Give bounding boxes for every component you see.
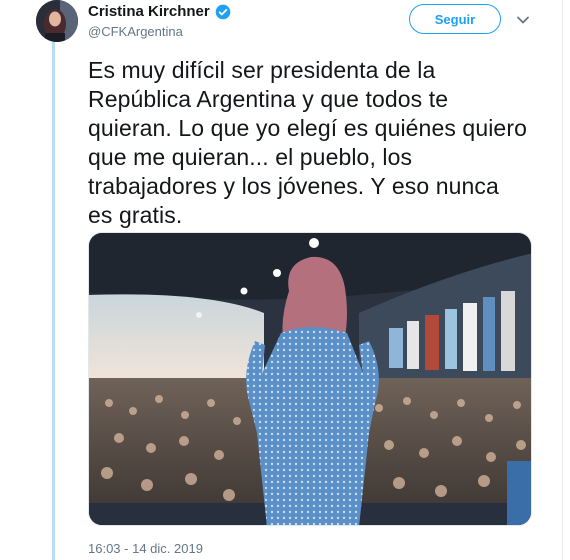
avatar[interactable] [36,0,78,42]
right-border [562,0,563,560]
chevron-down-icon[interactable] [515,12,531,28]
verified-badge-icon [215,4,231,19]
author-handle[interactable]: @CFKArgentina [88,24,231,39]
thread-line [52,0,55,560]
tweet-author: Cristina Kirchner @CFKArgentina [88,3,231,39]
follow-button[interactable]: Seguir [409,4,501,34]
tweet-text: Es muy difícil ser presidenta de la Repú… [88,57,527,228]
tweet-timestamp[interactable]: 16:03 - 14 dic. 2019 [88,541,203,556]
tweet-photo[interactable] [88,232,532,526]
author-name[interactable]: Cristina Kirchner [88,3,210,20]
